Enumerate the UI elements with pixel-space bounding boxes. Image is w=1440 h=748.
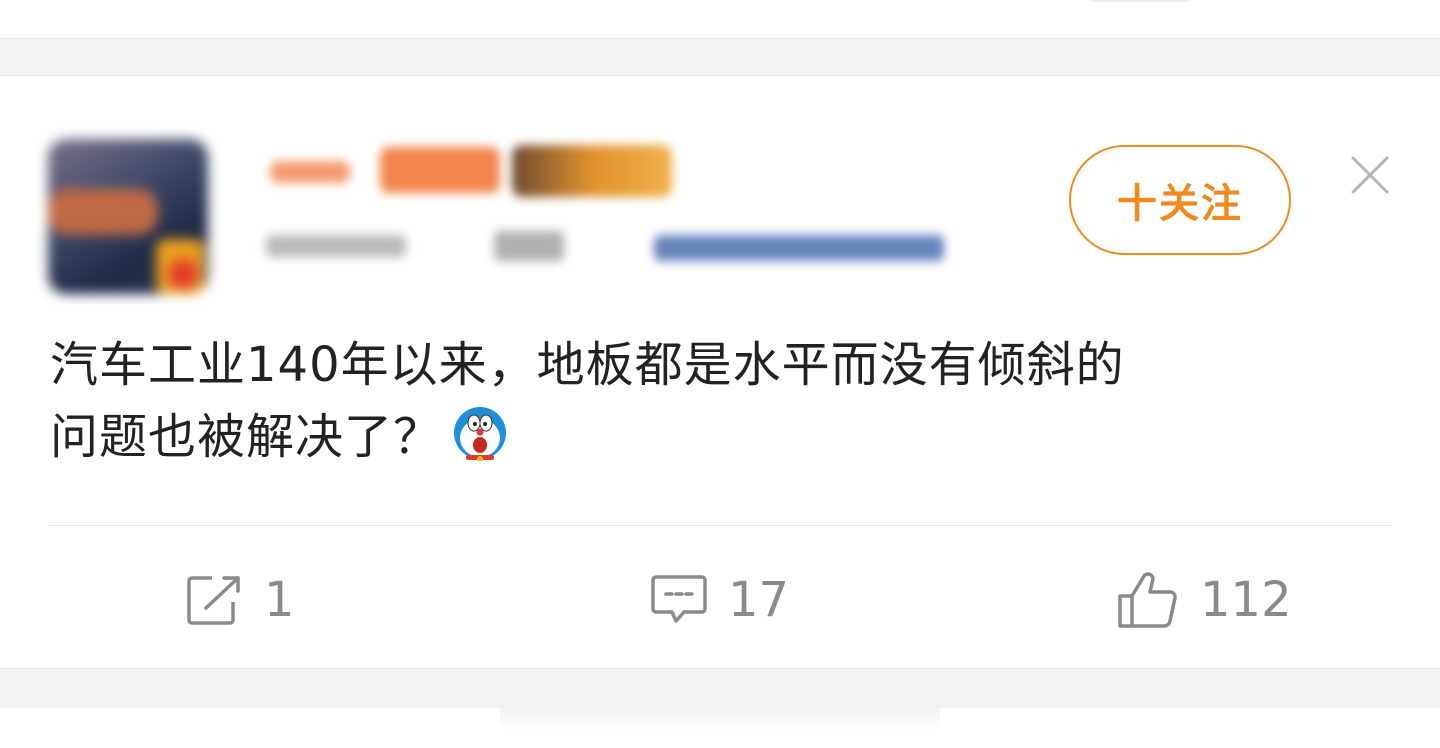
close-icon[interactable] [1350,155,1390,195]
post-text-line-2: 问题也被解决了？ [50,409,443,465]
post-text: 汽车工业140年以来，地板都是水平而没有倾斜的 问题也被解决了？ [50,329,1390,473]
like-button[interactable]: 112 [1116,565,1292,635]
post-text-line-2-wrap: 问题也被解决了？ [50,401,1390,473]
post-text-line-1: 汽车工业140年以来，地板都是水平而没有倾斜的 [50,337,1125,393]
comment-count: 17 [728,572,790,628]
comment-icon [651,575,707,623]
repost-button[interactable]: 1 [186,565,295,635]
follow-button[interactable]: 十关注 [1069,145,1291,255]
previous-card-edge [0,0,1440,38]
repost-count: 1 [264,572,295,628]
user-meta [262,225,962,275]
thumbs-up-icon [1118,572,1177,628]
card-separator-bottom [0,668,1440,708]
post-card: 十关注 汽车工业140年以来，地板都是水平而没有倾斜的 问题也被解决了？ 1 1… [0,77,1440,668]
follow-label: 十关注 [1117,181,1243,227]
doraemon-face-icon [452,405,508,462]
user-name[interactable] [262,137,682,213]
repost-icon [187,576,240,625]
divider [48,525,1392,526]
comment-button[interactable]: 17 [650,565,789,635]
card-separator [0,38,1440,76]
avatar[interactable] [48,139,208,294]
next-card-bar [500,708,940,732]
like-count: 112 [1200,572,1292,628]
previous-card-bar [1090,0,1190,2]
